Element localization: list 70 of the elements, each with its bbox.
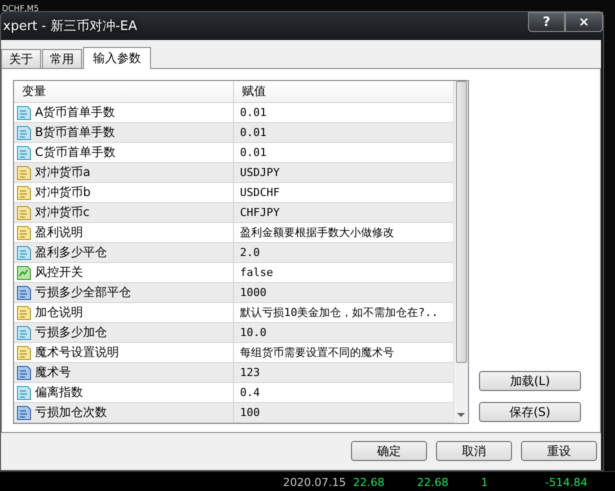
parameter-name: C货币首单手数 [35,144,116,161]
parameter-value[interactable]: 每组货币需要设置不同的魔术号 [234,343,453,362]
parameter-value[interactable]: 1000 [234,283,453,302]
value-text: 22.68 [353,476,386,488]
parameter-value[interactable]: 0.01 [234,103,453,122]
parameter-name: 魔术号 [35,364,71,381]
reset-button[interactable]: 重设 [521,441,597,461]
ok-button[interactable]: 确定 [351,441,427,461]
int-type-icon [16,404,32,420]
parameter-value[interactable]: false [234,263,453,282]
double-type-icon [16,144,32,160]
close-button[interactable]: × [565,12,603,32]
string-type-icon [16,304,32,320]
string-type-icon [16,344,32,360]
double-type-icon [16,104,32,120]
value-text: -514.84 [545,476,588,488]
int-type-icon [16,284,32,300]
bool-type-icon [16,264,32,280]
chart-label: DCHF,M5 [2,3,39,14]
parameter-name: 对冲货币b [35,184,91,201]
scroll-thumb[interactable] [456,81,466,363]
parameter-name: 对冲货币c [35,204,90,221]
parameter-value[interactable]: 123 [234,363,453,382]
string-type-icon [16,164,32,180]
load-button[interactable]: 加载(L) [479,371,581,391]
string-type-icon [16,224,32,240]
tab[interactable]: 关于 [1,49,41,68]
tab[interactable]: 常用 [42,49,82,68]
help-button[interactable]: ? [528,12,565,32]
double-type-icon [16,384,32,400]
parameter-name: B货币首单手数 [35,124,116,141]
date-text: 2020.07.15 [283,476,347,488]
value-text: 22.68 [417,476,450,488]
parameter-name: 偏离指数 [35,384,83,401]
value-text: 1 [481,476,489,488]
parameter-value[interactable]: 2.0 [234,243,453,262]
double-type-icon [16,124,32,140]
parameter-name: A货币首单手数 [35,104,116,121]
scroll-down-icon[interactable] [457,413,465,417]
double-type-icon [16,324,32,340]
parameter-name: 盈利多少平仓 [35,244,107,261]
parameter-name: 魔术号设置说明 [35,344,119,361]
parameter-value[interactable]: 100 [234,403,453,422]
tab[interactable]: 输入参数 [83,47,151,69]
parameter-value[interactable]: 0.01 [234,143,453,162]
parameter-value[interactable]: 10.0 [234,323,453,342]
string-type-icon [16,204,32,220]
parameter-name: 亏损多少加仓 [35,324,107,341]
save-button[interactable]: 保存(S) [479,402,581,422]
column-header[interactable]: 变量 [14,81,234,102]
parameter-value[interactable]: 0.01 [234,123,453,142]
parameter-value[interactable]: USDJPY [234,163,453,182]
column-header[interactable]: 赋值 [234,81,453,102]
parameter-value[interactable]: USDCHF [234,183,453,202]
double-type-icon [16,244,32,260]
parameter-name: 加仓说明 [35,304,83,321]
parameter-value[interactable]: 默认亏损10美金加仓，如不需加仓在?.. [234,303,453,322]
parameter-value[interactable]: 盈利金额要根据手数大小做修改 [234,223,453,242]
parameter-name: 亏损多少全部平仓 [35,284,131,301]
cancel-button[interactable]: 取消 [436,441,512,461]
scrollbar[interactable] [453,81,468,423]
parameter-value[interactable]: 0.4 [234,383,453,402]
parameter-name: 风控开关 [35,264,83,281]
parameter-value[interactable]: CHFJPY [234,203,453,222]
window-title: xpert - 新三币对冲-EA [2,18,138,35]
parameter-name: 对冲货币a [35,164,90,181]
parameter-name: 盈利说明 [35,224,83,241]
int-type-icon [16,364,32,380]
parameter-name: 亏损加仓次数 [35,404,107,421]
string-type-icon [16,184,32,200]
